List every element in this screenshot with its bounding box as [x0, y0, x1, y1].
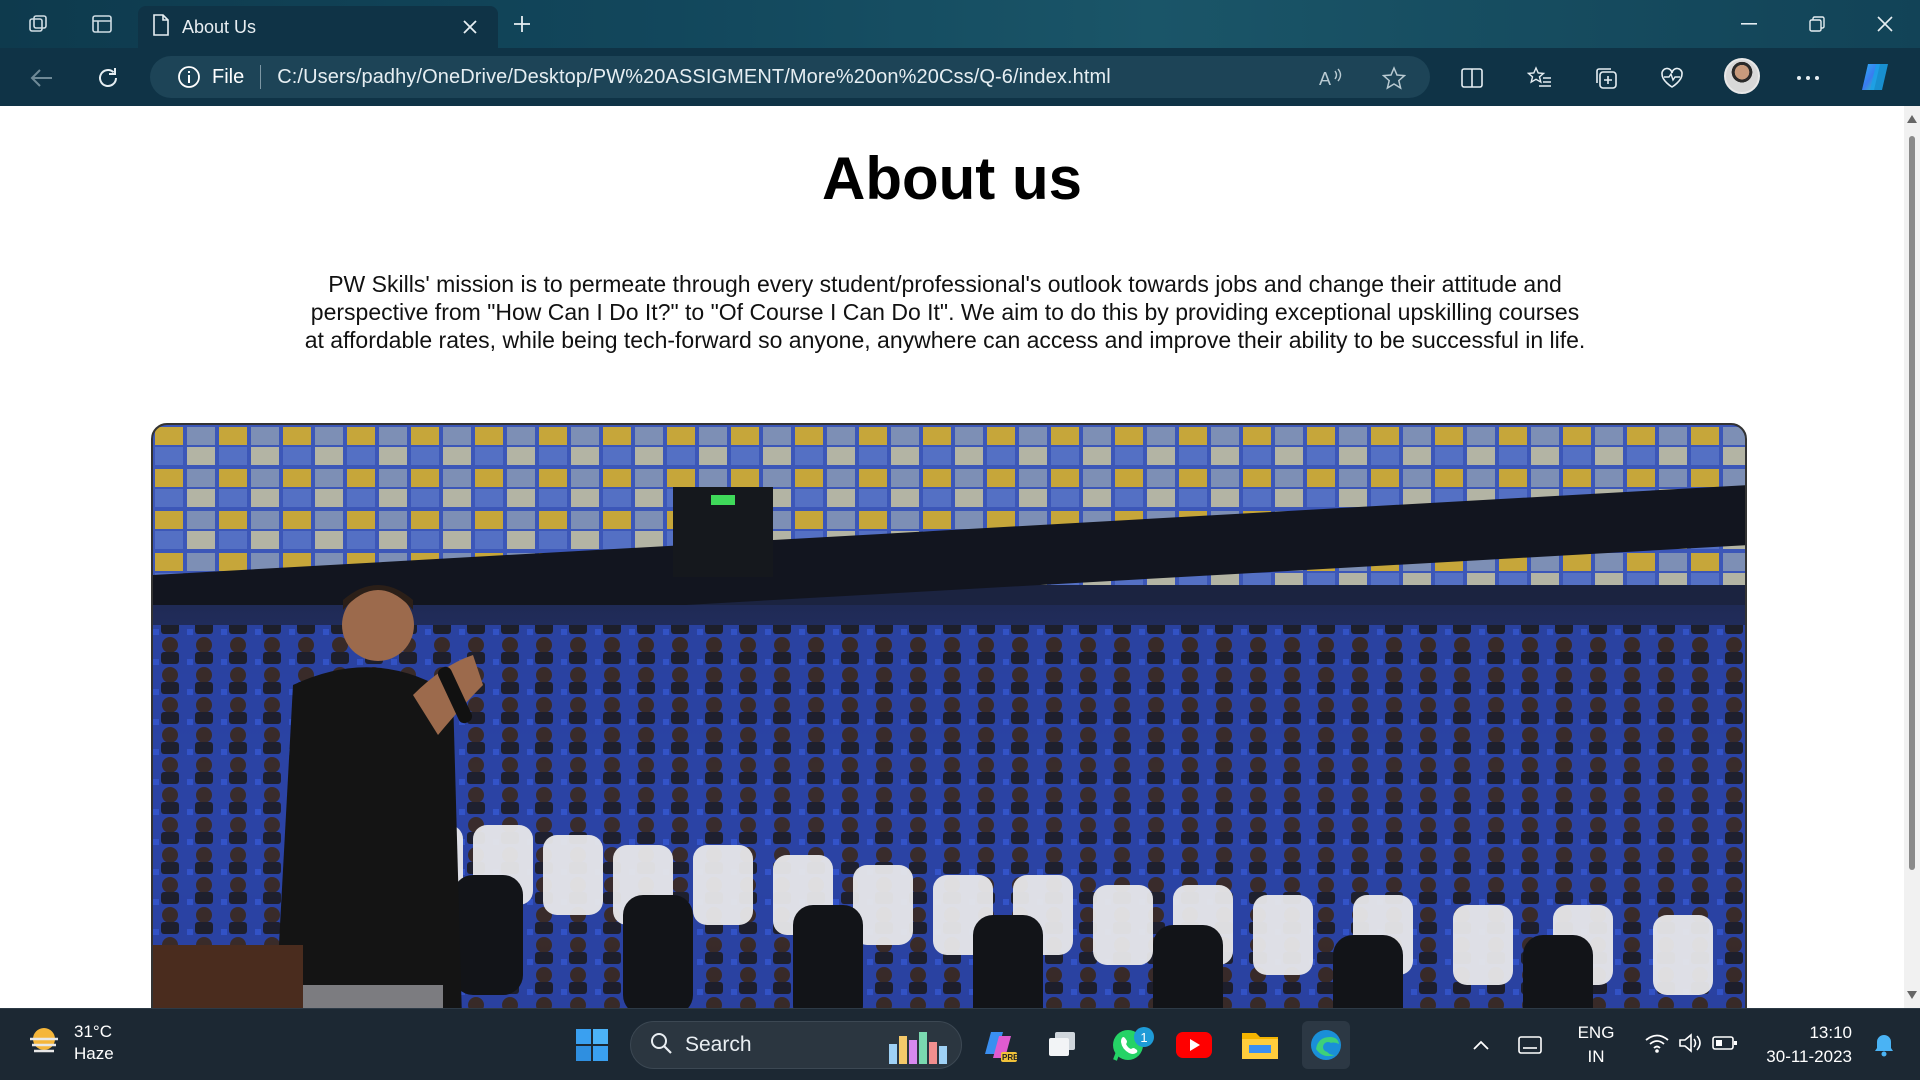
taskbar-search[interactable]: Search — [630, 1021, 962, 1069]
address-divider — [260, 65, 262, 89]
workspaces-icon[interactable] — [20, 8, 56, 40]
browser-toolbar: File C:/Users/padhy/OneDrive/Desktop/PW%… — [0, 48, 1920, 106]
collections-icon[interactable] — [1586, 58, 1626, 98]
wifi-icon — [1644, 1032, 1670, 1059]
copilot-icon[interactable] — [1858, 60, 1892, 94]
edge-taskbar-icon[interactable] — [1302, 1021, 1350, 1069]
info-icon[interactable] — [176, 64, 202, 90]
youtube-icon[interactable] — [1170, 1021, 1218, 1069]
restore-icon[interactable] — [1782, 0, 1852, 48]
region-code: IN — [1587, 1047, 1605, 1066]
task-view-icon[interactable] — [1038, 1021, 1086, 1069]
haze-sun-icon — [26, 1023, 62, 1064]
weather-temp: 31°C — [74, 1022, 112, 1041]
read-aloud-icon[interactable]: A — [1318, 64, 1346, 92]
tab-title: About Us — [182, 16, 257, 37]
mission-paragraph: PW Skills' mission is to permeate throug… — [304, 271, 1586, 353]
page-scrollbar[interactable] — [1904, 106, 1920, 1008]
weather-condition: Haze — [74, 1044, 114, 1063]
scheme-label: File — [212, 65, 245, 88]
touch-keyboard-icon[interactable] — [1512, 1021, 1548, 1069]
copilot-taskbar-icon[interactable]: PRE — [976, 1021, 1024, 1069]
windows-taskbar: 31°C Haze Search PRE 1 ENG IN 13:10 30-1… — [0, 1008, 1920, 1080]
weather-widget[interactable]: 31°C Haze — [26, 1021, 114, 1065]
profile-avatar[interactable] — [1724, 58, 1760, 94]
search-label: Search — [685, 1033, 752, 1056]
clock[interactable]: 13:10 30-11-2023 — [1752, 1021, 1852, 1069]
new-tab-icon[interactable] — [506, 8, 538, 40]
language-indicator[interactable]: ENG IN — [1568, 1021, 1624, 1069]
search-icon — [649, 1031, 673, 1060]
clock-date: 30-11-2023 — [1766, 1047, 1852, 1066]
url-text[interactable]: C:/Users/padhy/OneDrive/Desktop/PW%20ASS… — [277, 66, 1430, 89]
search-highlight-icon — [885, 1028, 951, 1069]
svg-text:A: A — [1319, 69, 1331, 89]
file-explorer-icon[interactable] — [1236, 1021, 1284, 1069]
clock-time: 13:10 — [1809, 1023, 1852, 1042]
favorites-icon[interactable] — [1520, 58, 1560, 98]
close-tab-icon[interactable] — [456, 13, 484, 41]
browser-tab-bar: About Us — [0, 0, 1920, 48]
show-hidden-icons-icon[interactable] — [1466, 1021, 1496, 1069]
page-title: About us — [822, 145, 1082, 212]
address-bar[interactable]: File C:/Users/padhy/OneDrive/Desktop/PW%… — [150, 56, 1430, 98]
vertical-tabs-icon[interactable] — [84, 8, 120, 40]
battery-icon — [1712, 1035, 1738, 1056]
quick-settings[interactable] — [1636, 1021, 1746, 1069]
more-menu-icon[interactable] — [1788, 58, 1828, 98]
scroll-thumb[interactable] — [1909, 136, 1915, 870]
favorite-star-icon[interactable] — [1380, 64, 1408, 92]
minimize-icon[interactable] — [1714, 0, 1784, 48]
language-code: ENG — [1577, 1023, 1615, 1042]
split-screen-icon[interactable] — [1452, 58, 1492, 98]
scroll-down-icon[interactable] — [1907, 990, 1917, 1000]
whatsapp-badge: 1 — [1134, 1027, 1154, 1047]
scroll-up-icon[interactable] — [1907, 114, 1917, 124]
refresh-icon[interactable] — [88, 58, 128, 98]
volume-icon — [1678, 1032, 1704, 1059]
start-icon[interactable] — [568, 1021, 616, 1069]
page-viewport: About us PW Skills' mission is to permea… — [0, 106, 1904, 1008]
svg-text:PRE: PRE — [1002, 1053, 1017, 1062]
auditorium-photo — [151, 423, 1747, 1008]
active-tab[interactable]: About Us — [138, 6, 498, 48]
browser-essentials-icon[interactable] — [1652, 58, 1692, 98]
page-icon — [152, 13, 170, 41]
close-window-icon[interactable] — [1850, 0, 1920, 48]
back-icon[interactable] — [22, 58, 62, 98]
notification-bell-icon[interactable] — [1864, 1021, 1904, 1069]
